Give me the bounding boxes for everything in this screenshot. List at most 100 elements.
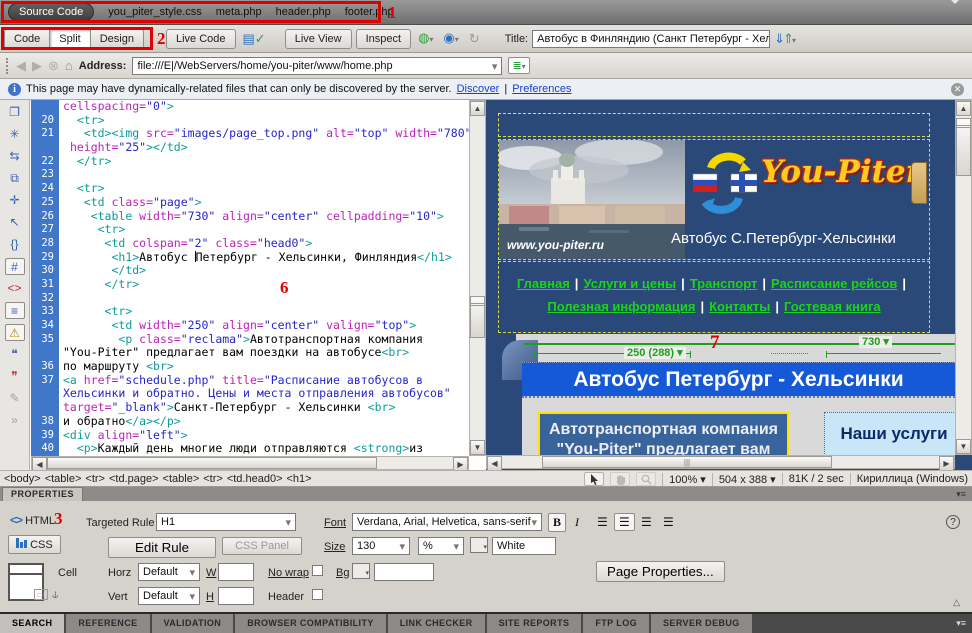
help-icon[interactable]: ? [946,515,960,529]
code-line[interactable]: 25 <td class="page"> [31,196,469,210]
code-line[interactable]: 30 </td> [31,264,469,278]
nav-link[interactable]: Транспорт [690,276,758,291]
text-color-input[interactable]: White [492,537,556,555]
design-horizontal-scrollbar[interactable]: ◀ ||| ▶ [486,455,955,469]
nav-link[interactable]: Полезная информация [547,299,695,314]
bg-color-swatch[interactable]: ▾ [352,563,370,579]
html-mode-button[interactable]: <> HTML [10,513,55,527]
header-checkbox[interactable] [312,589,323,600]
code-line[interactable]: 31 </tr> [31,278,469,292]
tag-selector-item[interactable]: <body> [4,473,41,485]
italic-button[interactable]: I [570,513,584,532]
results-tab-link-checker[interactable]: LINK CHECKER [388,614,487,633]
code-horizontal-scrollbar[interactable]: ◀ ▶ [31,456,469,470]
nav-link[interactable]: Расписание рейсов [771,276,897,291]
nav-link[interactable]: Главная [517,276,570,291]
view-options-icon[interactable]: ≣▾ [508,57,529,74]
panel-menu-icon[interactable]: ▾≡ [956,489,966,500]
text-color-swatch[interactable]: ▾ [470,537,488,553]
design-view-pane[interactable]: You-Piter Автобус С.Петербург-Хельсинки … [486,100,972,470]
design-vertical-scrollbar[interactable]: ▲ ▼ [955,100,972,455]
size-dropdown[interactable]: 130▾ [352,537,410,555]
check-browser-compatibility-icon[interactable]: ◉▾ [440,29,461,48]
line-numbers-icon[interactable]: # [5,258,25,275]
scroll-right-icon[interactable]: ▶ [939,456,954,470]
nav-link[interactable]: Гостевая книга [784,299,881,314]
code-line[interactable]: 33 <tr> [31,305,469,319]
code-line[interactable]: 37<a href="schedule.php" title="Расписан… [31,374,469,388]
design-hscroll-thumb[interactable]: ||| [542,456,832,468]
column-width-label-250[interactable]: 250 (288) ▾ [624,347,686,359]
toolbar-grip[interactable] [6,58,10,74]
results-tab-search[interactable]: SEARCH [0,614,66,633]
align-justify-icon[interactable]: ☰ [658,513,679,531]
code-line[interactable]: 40 <p>Каждый день многие люди отправляют… [31,442,469,456]
code-line[interactable]: 26 <table width="730" align="center" cel… [31,210,469,224]
design-page-heading[interactable]: Автобус Петербург - Хельсинки [522,362,955,396]
apply-comment-icon[interactable]: ❝ [5,346,25,363]
code-hscroll-thumb[interactable] [47,457,377,469]
tag-selector[interactable]: <body><table><tr><td.page><table><tr><td… [4,473,316,485]
bold-button[interactable]: B [548,513,566,532]
code-line[interactable]: Хельсинки и обратно. Цены и места отправ… [31,387,469,401]
design-header-image[interactable]: You-Piter Автобус С.Петербург-Хельсинки … [498,139,930,260]
results-tab-reference[interactable]: REFERENCE [66,614,151,633]
code-line[interactable]: 21 <td><img src="images/page_top.png" al… [31,127,469,141]
design-vscroll-thumb[interactable] [956,118,971,176]
code-line[interactable]: 28 <td colspan="2" class="head0"> [31,237,469,251]
align-center-icon[interactable]: ☰ [614,513,635,531]
code-line[interactable]: 22 </tr> [31,155,469,169]
code-line[interactable]: target="_blank">Санкт-Петербург - Хельси… [31,401,469,415]
preferences-link[interactable]: Preferences [512,83,571,95]
css-panel-button[interactable]: CSS Panel [222,537,302,555]
targeted-rule-dropdown[interactable]: H1▾ [156,513,296,531]
results-tab-server-debug[interactable]: SERVER DEBUG [651,614,754,633]
syntax-error-alerts-icon[interactable]: ⚠ [5,324,25,341]
remove-comment-icon[interactable]: ❞ [5,368,25,385]
collapse-selection-icon[interactable]: ⧉ [5,170,25,187]
tag-selector-item[interactable]: <table> [45,473,82,485]
tag-selector-item[interactable]: <td.page> [109,473,159,485]
validate-markup-icon[interactable]: ▤✓ [240,30,269,47]
magnification-dropdown[interactable]: 100% ▾ [662,473,706,486]
scroll-down-icon[interactable]: ▼ [956,439,971,454]
code-line[interactable]: 24 <tr> [31,182,469,196]
column-width-bar-right[interactable] [826,353,941,354]
page-properties-button[interactable]: Page Properties... [596,561,725,582]
discover-link[interactable]: Discover [457,83,500,95]
address-input[interactable]: file:///E|/WebServers/home/you-piter/www… [132,57,502,75]
code-line[interactable]: 36по маршруту <br> [31,360,469,374]
tag-selector-item[interactable]: <tr> [203,473,223,485]
results-tab-validation[interactable]: VALIDATION [152,614,236,633]
horz-dropdown[interactable]: Default▾ [138,563,200,581]
code-line[interactable]: 32 [31,292,469,306]
select-parent-tag-icon[interactable]: ↖ [5,214,25,231]
code-line[interactable]: cellspacing="0"> [31,100,469,114]
file-management-icon[interactable]: ⇓⇑▾ [774,31,794,47]
zoom-tool-icon[interactable] [636,472,656,486]
properties-tab[interactable]: PROPERTIES [2,487,83,501]
code-line[interactable]: 23 [31,168,469,182]
preview-in-browser-icon[interactable]: ◍▾ [415,29,436,48]
code-vertical-scrollbar[interactable]: ▲ ▼ [469,100,486,456]
align-right-icon[interactable]: ☰ [636,513,657,531]
code-line[interactable]: 38и обратно</a></p> [31,415,469,429]
results-tab-site-reports[interactable]: SITE REPORTS [487,614,584,633]
code-view-pane[interactable]: ❐✳⇆⧉✛↖{}#<>≡⚠❝❞✎» cellspacing="0">20 <tr… [0,100,486,470]
collapse-full-tag-icon[interactable]: ⇆ [5,148,25,165]
code-line[interactable]: 34 <td width="250" align="center" valign… [31,319,469,333]
merge-cells-icon[interactable]: ▭ [34,589,48,600]
more-options-icon[interactable]: » [5,412,25,429]
results-tab-browser-compatibility[interactable]: BROWSER COMPATIBILITY [235,614,388,633]
scroll-up-icon[interactable]: ▲ [956,101,971,116]
document-title-input[interactable]: Автобус в Финляндию (Санкт Петербург - Х… [532,30,770,48]
highlight-invalid-code-icon[interactable]: <> [5,280,25,297]
code-line[interactable]: 35 <p class="reclama">Автотранспортная к… [31,333,469,347]
tag-selector-item[interactable]: <td.head0> [227,473,283,485]
live-view-button[interactable]: Live View [285,29,352,49]
edit-rule-button[interactable]: Edit Rule [108,537,216,558]
scroll-up-icon[interactable]: ▲ [470,101,485,116]
results-panel-menu-icon[interactable]: ▾≡ [956,618,966,629]
wrap-lines-icon[interactable]: ≡ [5,302,25,319]
inspect-button[interactable]: Inspect [356,29,411,49]
